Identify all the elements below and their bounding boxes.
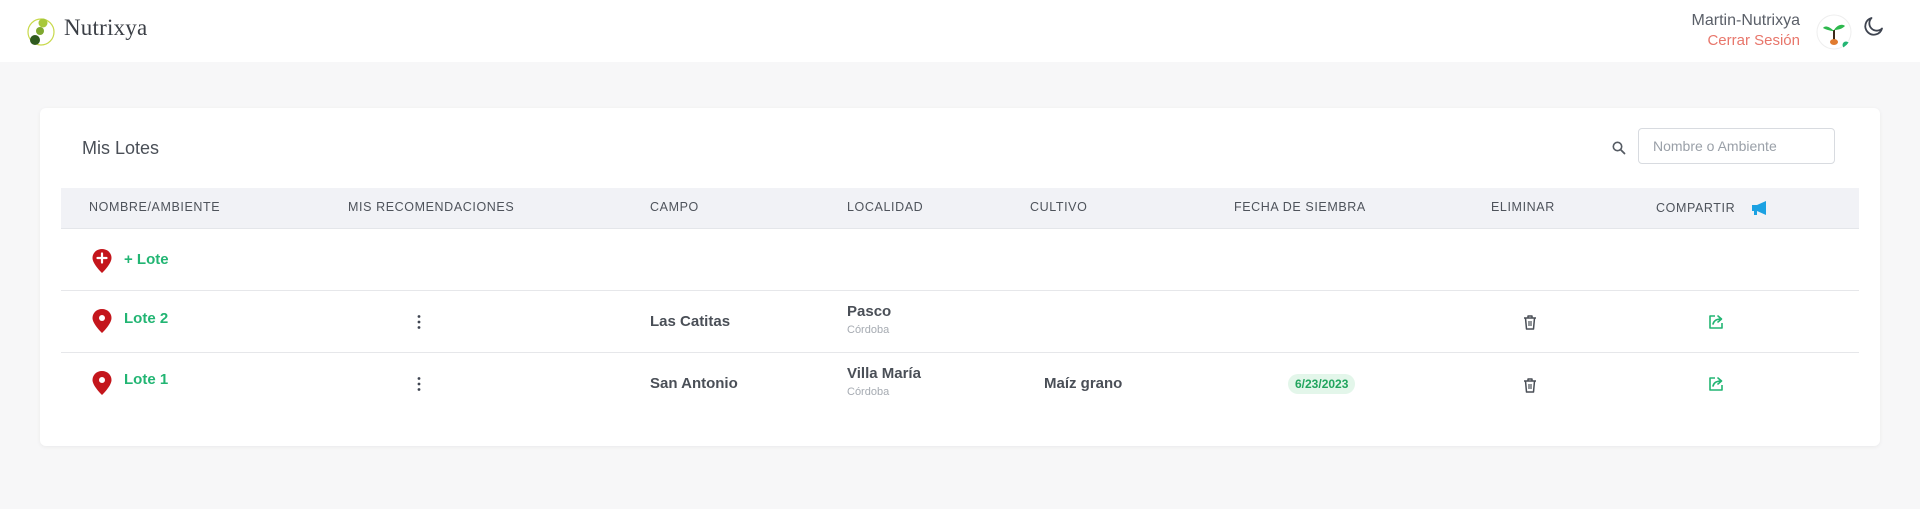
column-header-campo: CAMPO [650,200,699,214]
column-header-localidad: LOCALIDAD [847,200,924,214]
cultivo-value: Maíz grano [1044,375,1123,392]
more-vertical-icon[interactable] [410,375,428,393]
add-location-pin-icon[interactable] [91,248,113,274]
share-icon[interactable] [1707,375,1725,393]
lote-name-link[interactable]: Lote 2 [124,310,168,327]
share-icon[interactable] [1707,313,1725,331]
page-title: Mis Lotes [82,138,160,158]
user-avatar[interactable] [1816,14,1852,50]
location-pin-icon [92,371,112,395]
fecha-siembra-value: 6/23/2023 [1288,374,1356,394]
column-header-cultivo: CULTIVO [1030,200,1088,214]
campo-value: San Antonio [650,375,738,392]
fecha-siembra-badge: 6/23/2023 [1288,374,1356,394]
add-lote-link[interactable]: + Lote [124,251,169,268]
more-vertical-icon[interactable] [410,313,428,331]
location-pin-icon [92,309,112,333]
column-header-compartir: COMPARTIR [1656,201,1736,215]
user-name: Martin-Nutrixya [1691,12,1800,29]
search-input[interactable] [1638,128,1835,164]
add-lote-row: + Lote [61,229,1859,291]
brand-name[interactable]: Nutrixya [64,15,147,41]
logout-link[interactable]: Cerrar Sesión [1692,31,1800,51]
trash-icon[interactable] [1521,376,1539,394]
localidad-cell: Pasco Córdoba [847,303,891,336]
lote-name-link[interactable]: Lote 1 [124,371,168,388]
search-icon [1612,141,1626,155]
localidad-value: Pasco [847,303,892,320]
lotes-card: Mis Lotes NOMBRE/AMBIENTE MIS RECOMENDAC… [40,108,1880,446]
trash-icon[interactable] [1521,313,1539,331]
share-megaphone-icon[interactable] [1750,200,1770,216]
nutrixya-logo-icon[interactable] [26,16,56,48]
column-header-eliminar: ELIMINAR [1491,200,1555,214]
localidad-cell: Villa María Córdoba [847,365,921,398]
top-bar: Nutrixya Martin-Nutrixya Cerrar Sesión [0,0,1920,62]
provincia-value: Córdoba [847,324,890,336]
column-header-nombre: NOMBRE/AMBIENTE [89,200,221,214]
campo-value: Las Catitas [650,313,731,330]
provincia-value: Córdoba [847,386,890,398]
column-header-fecha-siembra: FECHA DE SIEMBRA [1234,200,1366,214]
table-row: Lote 2 Las Catitas Pasco Córdoba [61,291,1859,353]
user-block: Martin-Nutrixya Cerrar Sesión [1692,11,1800,51]
column-header-recomendaciones: MIS RECOMENDACIONES [348,200,515,214]
table-row: Lote 1 San Antonio Villa María Córdoba M… [61,353,1859,414]
table-header: NOMBRE/AMBIENTE MIS RECOMENDACIONES CAMP… [61,188,1859,229]
localidad-value: Villa María [847,365,921,382]
dark-mode-moon-icon[interactable] [1862,14,1886,38]
